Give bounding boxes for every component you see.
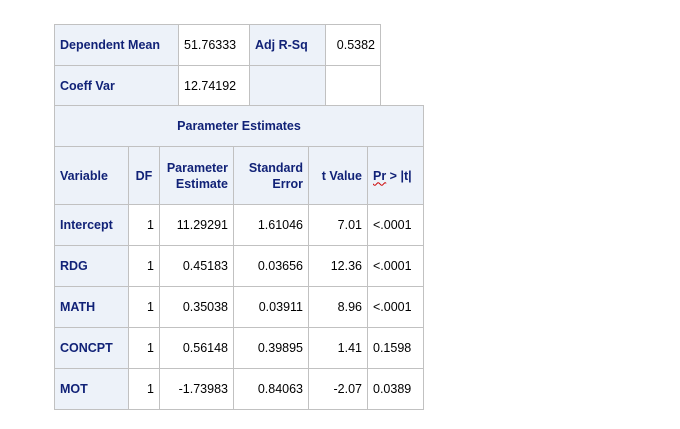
column-header-row: Variable DF Parameter Estimate Standard … (54, 146, 424, 205)
col-t-value: t Value (308, 146, 368, 205)
empty-cell (249, 65, 326, 107)
estimate-value: 0.45183 (159, 245, 234, 287)
p-value: <.0001 (367, 245, 424, 287)
coeff-var-value: 12.74192 (178, 65, 250, 107)
col-pr-rest: > |t| (386, 168, 412, 183)
variable-name: CONCPT (54, 327, 129, 369)
estimate-value: 0.56148 (159, 327, 234, 369)
stderr-value: 0.84063 (233, 368, 309, 410)
adj-rsq-value: 0.5382 (325, 24, 381, 66)
df-value: 1 (128, 245, 160, 287)
col-parameter-estimate-line2: Estimate (175, 176, 228, 191)
t-value: -2.07 (308, 368, 368, 410)
col-standard-error-line2: Error (272, 176, 303, 191)
stderr-value: 0.03911 (233, 286, 309, 328)
col-standard-error: Standard Error (233, 146, 309, 205)
t-value: 1.41 (308, 327, 368, 369)
variable-name: MOT (54, 368, 129, 410)
page: { "fit_stats": { "dep_mean_label": "Depe… (0, 0, 680, 429)
fit-row: Dependent Mean 51.76333 Adj R-Sq 0.5382 (54, 24, 381, 66)
table-row: Intercept 1 11.29291 1.61046 7.01 <.0001 (54, 204, 424, 246)
col-pr-word: Pr (373, 168, 387, 183)
fit-row: Coeff Var 12.74192 (54, 65, 381, 107)
table-row: RDG 1 0.45183 0.03656 12.36 <.0001 (54, 245, 424, 287)
coeff-var-label: Coeff Var (54, 65, 179, 107)
table-row: MATH 1 0.35038 0.03911 8.96 <.0001 (54, 286, 424, 328)
p-value: 0.1598 (367, 327, 424, 369)
estimate-value: 11.29291 (159, 204, 234, 246)
t-value: 12.36 (308, 245, 368, 287)
df-value: 1 (128, 327, 160, 369)
df-value: 1 (128, 368, 160, 410)
variable-name: Intercept (54, 204, 129, 246)
estimate-value: 0.35038 (159, 286, 234, 328)
empty-cell (325, 65, 381, 107)
col-pr-t: Pr > |t| (367, 146, 424, 205)
col-variable: Variable (54, 146, 129, 205)
table-title: Parameter Estimates (54, 105, 424, 147)
col-parameter-estimate: Parameter Estimate (159, 146, 234, 205)
table-row: CONCPT 1 0.56148 0.39895 1.41 0.1598 (54, 327, 424, 369)
t-value: 8.96 (308, 286, 368, 328)
parameter-estimates-table: Parameter Estimates Variable DF Paramete… (54, 105, 424, 410)
stderr-value: 0.39895 (233, 327, 309, 369)
variable-name: MATH (54, 286, 129, 328)
dependent-mean-label: Dependent Mean (54, 24, 179, 66)
table-title-row: Parameter Estimates (54, 105, 424, 147)
p-value: 0.0389 (367, 368, 424, 410)
p-value: <.0001 (367, 204, 424, 246)
col-df: DF (128, 146, 160, 205)
df-value: 1 (128, 204, 160, 246)
stderr-value: 0.03656 (233, 245, 309, 287)
table-row: MOT 1 -1.73983 0.84063 -2.07 0.0389 (54, 368, 424, 410)
variable-name: RDG (54, 245, 129, 287)
col-parameter-estimate-line1: Parameter (166, 160, 228, 175)
stderr-value: 1.61046 (233, 204, 309, 246)
df-value: 1 (128, 286, 160, 328)
adj-rsq-label: Adj R-Sq (249, 24, 326, 66)
p-value: <.0001 (367, 286, 424, 328)
fit-statistics-table: Dependent Mean 51.76333 Adj R-Sq 0.5382 … (54, 24, 381, 107)
estimate-value: -1.73983 (159, 368, 234, 410)
col-standard-error-line1: Standard (248, 160, 303, 175)
t-value: 7.01 (308, 204, 368, 246)
dependent-mean-value: 51.76333 (178, 24, 250, 66)
